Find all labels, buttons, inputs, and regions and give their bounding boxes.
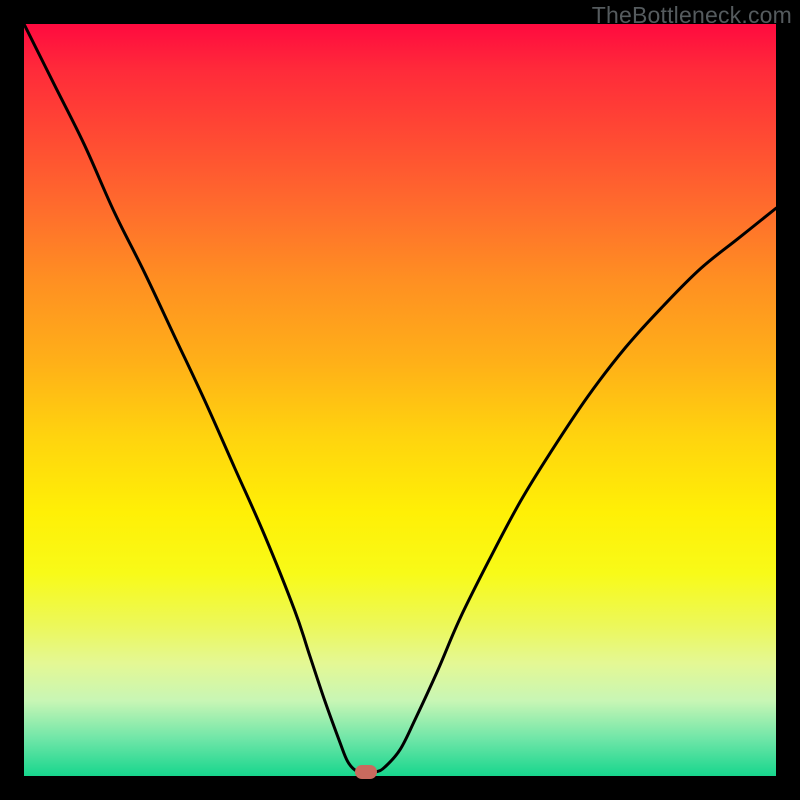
- minimum-marker: [355, 765, 377, 779]
- curve-path: [24, 24, 776, 772]
- chart-frame: TheBottleneck.com: [0, 0, 800, 800]
- plot-area: [24, 24, 776, 776]
- bottleneck-curve: [24, 24, 776, 776]
